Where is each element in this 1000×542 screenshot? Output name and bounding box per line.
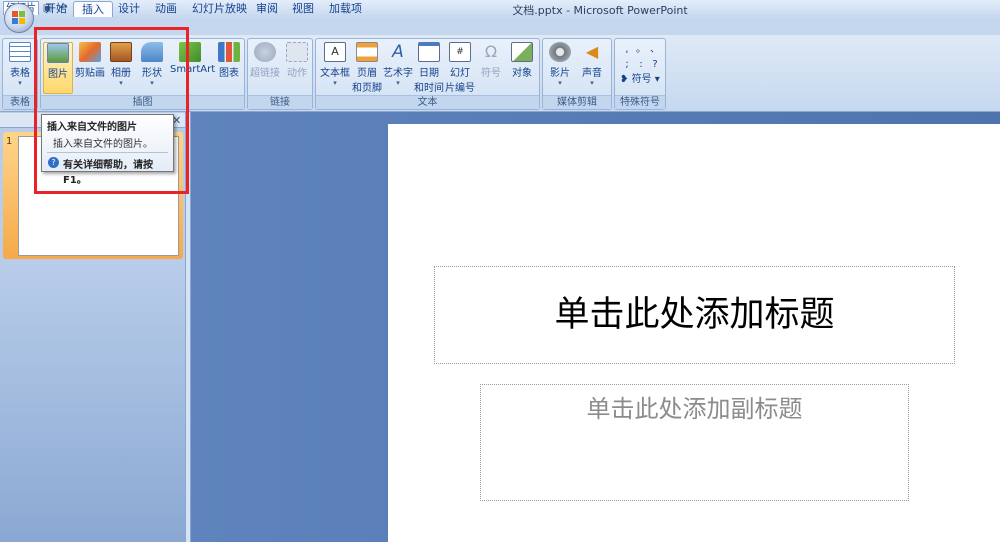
omega-icon: Ω bbox=[484, 42, 498, 61]
subtitle-placeholder-text: 单击此处添加副标题 bbox=[586, 395, 803, 423]
datetime-button[interactable]: 日期 和时间 bbox=[414, 42, 444, 94]
movie-button[interactable]: 影片 ▾ bbox=[545, 42, 575, 87]
symbol-cell[interactable]: ; bbox=[620, 57, 634, 72]
table-icon bbox=[9, 42, 31, 62]
action-icon bbox=[286, 42, 308, 62]
wordart-button[interactable]: A 艺术字 ▾ bbox=[383, 42, 413, 87]
textbox-button[interactable]: A 文本框 ▾ bbox=[319, 42, 351, 87]
speaker-icon: ◀ bbox=[585, 42, 599, 61]
symbol-dropdown-button[interactable]: ❥ 符号 ▾ bbox=[620, 74, 660, 85]
special-symbols-grid: ,。、 ;:? ❥ 符号 ▾ bbox=[620, 42, 664, 87]
tab-home[interactable]: 开始 bbox=[37, 1, 75, 17]
tab-animations[interactable]: 动画 bbox=[147, 1, 185, 17]
object-button[interactable]: 对象 bbox=[507, 42, 537, 79]
subtitle-placeholder[interactable]: 单击此处添加副标题 bbox=[480, 384, 909, 501]
title-placeholder[interactable]: 单击此处添加标题 bbox=[434, 266, 955, 364]
slides-pane-empty bbox=[0, 262, 185, 542]
film-reel-icon bbox=[549, 42, 571, 62]
hyperlink-button[interactable]: 超链接 bbox=[250, 42, 280, 79]
object-icon bbox=[511, 42, 533, 62]
hyperlink-icon bbox=[254, 42, 276, 62]
calendar-icon bbox=[418, 42, 440, 62]
header-footer-button[interactable]: 页眉 和页脚 bbox=[351, 42, 383, 94]
chart-icon bbox=[218, 42, 240, 62]
slide-number-button[interactable]: # 幻灯 片编号 bbox=[445, 42, 475, 94]
sound-button[interactable]: ◀ 声音 ▾ bbox=[577, 42, 607, 87]
symbol-cell[interactable]: 。 bbox=[634, 42, 648, 57]
slide-number-icon: # bbox=[449, 42, 471, 62]
symbol-cell[interactable]: 、 bbox=[648, 42, 662, 57]
tab-review[interactable]: 审阅 bbox=[248, 1, 286, 17]
wordart-icon: A bbox=[392, 42, 404, 62]
symbol-cell[interactable]: ? bbox=[648, 57, 662, 72]
action-button[interactable]: 动作 bbox=[282, 42, 312, 79]
highlight-box bbox=[34, 27, 189, 194]
tab-view[interactable]: 视图 bbox=[284, 1, 322, 17]
tab-addins[interactable]: 加载项 bbox=[321, 1, 370, 17]
title-placeholder-text: 单击此处添加标题 bbox=[554, 295, 835, 335]
slide-number-label: 1 bbox=[6, 136, 13, 147]
office-logo-icon bbox=[12, 11, 26, 25]
symbol-cell[interactable]: : bbox=[634, 57, 648, 72]
tab-insert[interactable]: 插入 bbox=[73, 1, 113, 17]
header-footer-icon bbox=[356, 42, 378, 62]
chart-button[interactable]: 图表 bbox=[214, 42, 244, 79]
textbox-icon: A bbox=[324, 42, 346, 62]
symbol-button[interactable]: Ω 符号 bbox=[476, 42, 506, 79]
table-button[interactable]: 表格 ▾ bbox=[5, 42, 35, 87]
tab-slideshow[interactable]: 幻灯片放映 bbox=[184, 1, 255, 17]
office-button[interactable] bbox=[4, 3, 34, 33]
tab-design[interactable]: 设计 bbox=[110, 1, 148, 17]
symbol-cell[interactable]: , bbox=[620, 42, 634, 57]
